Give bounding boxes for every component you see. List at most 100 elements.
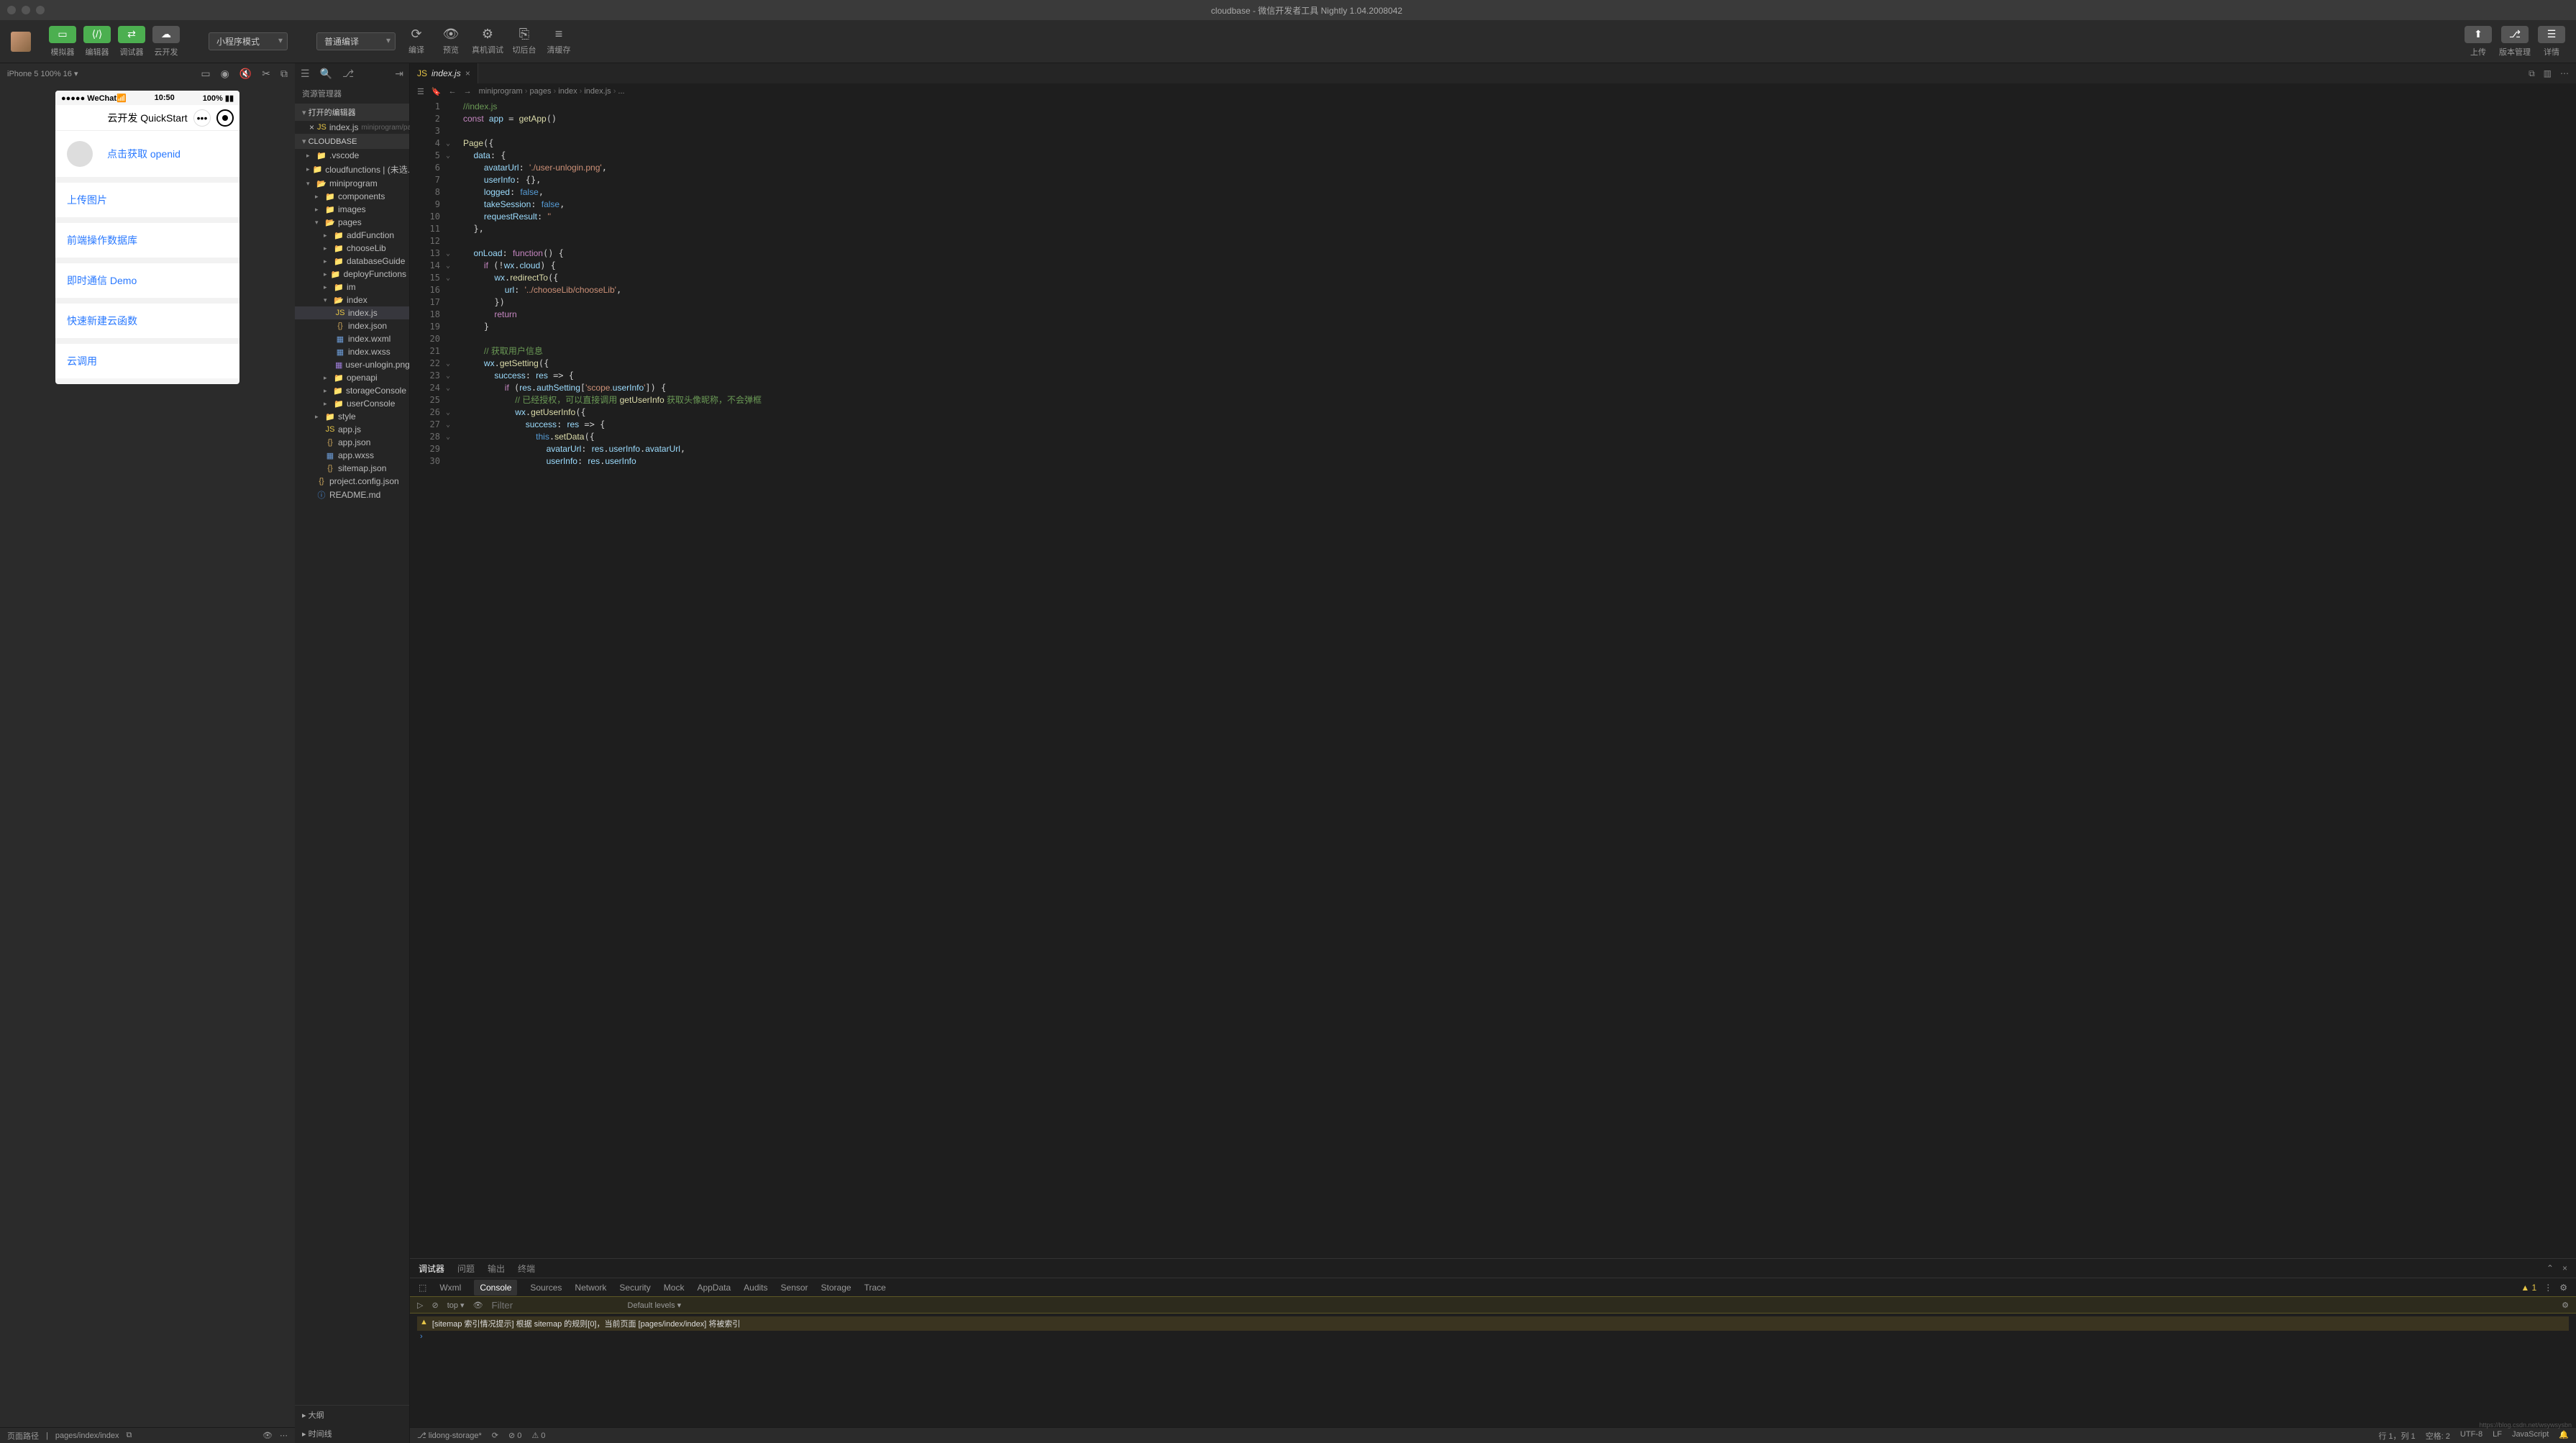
tree-folder[interactable]: ▸📁images	[295, 203, 409, 216]
search-icon[interactable]: 🔍	[320, 68, 332, 80]
tab-terminal[interactable]: 终端	[518, 1262, 535, 1275]
tree-folder[interactable]: ▸📁.vscode	[295, 149, 409, 162]
devtab-sensor[interactable]: Sensor	[781, 1283, 808, 1293]
cut-backend-button[interactable]: ⎘切后台	[511, 28, 538, 55]
branch-icon[interactable]: ⎇	[342, 68, 354, 80]
menu-icon[interactable]: ☰	[417, 87, 424, 96]
section-project[interactable]: CLOUDBASE	[295, 134, 409, 149]
devtab-storage[interactable]: Storage	[821, 1283, 851, 1293]
clear-icon[interactable]: ⊘	[431, 1301, 438, 1310]
traffic-lights[interactable]	[7, 6, 45, 14]
tree-folder[interactable]: ▸📁im	[295, 281, 409, 293]
tree-folder[interactable]: ▸📁components	[295, 190, 409, 203]
context-selector[interactable]: top ▾	[447, 1301, 465, 1310]
compile-button[interactable]: ⟳编译	[403, 28, 430, 55]
sim-mute-icon[interactable]: 🔇	[239, 68, 252, 80]
devtab-network[interactable]: Network	[575, 1283, 606, 1293]
section-timeline[interactable]: ▸ 时间线	[295, 1424, 409, 1443]
phone-row-invoke[interactable]: 云调用	[55, 344, 239, 378]
clear-cache-button[interactable]: ≡清缓存	[545, 28, 572, 55]
sim-home-icon[interactable]: ▭	[201, 68, 210, 80]
errors-count[interactable]: ⊘ 0	[508, 1431, 521, 1440]
devtab-mock[interactable]: Mock	[664, 1283, 685, 1293]
tree-file[interactable]: {}app.json	[295, 436, 409, 449]
tree-file[interactable]: JSapp.js	[295, 423, 409, 436]
tree-file[interactable]: ▦user-unlogin.png	[295, 358, 409, 371]
compile-mode-dropdown[interactable]: 普通编译	[316, 32, 396, 50]
inspect-icon[interactable]: ⬚	[419, 1283, 426, 1293]
tree-folder[interactable]: ▸📁addFunction	[295, 229, 409, 242]
tree-folder[interactable]: ▾📂pages	[295, 216, 409, 229]
split-icon[interactable]: ▥	[2544, 68, 2552, 79]
remote-debug-button[interactable]: ⚙真机调试	[472, 28, 503, 55]
devtab-sources[interactable]: Sources	[530, 1283, 562, 1293]
warnings-count[interactable]: ⚠ 0	[531, 1431, 545, 1440]
tree-folder[interactable]: ▸📁databaseGuide	[295, 255, 409, 268]
eol[interactable]: LF	[2493, 1430, 2502, 1442]
open-editor-item[interactable]: × JS index.js miniprogram/pa...	[295, 121, 409, 134]
tree-file[interactable]: ▦app.wxss	[295, 449, 409, 462]
tab-output[interactable]: 输出	[488, 1262, 505, 1275]
tree-file[interactable]: ⓘREADME.md	[295, 488, 409, 502]
phone-row-openid[interactable]: 点击获取 openid	[55, 131, 239, 177]
mode-dropdown[interactable]: 小程序模式	[209, 32, 288, 50]
tree-folder[interactable]: ▸📁userConsole	[295, 397, 409, 410]
section-open-editors[interactable]: 打开的编辑器	[295, 104, 409, 121]
close-tab-icon[interactable]: ×	[465, 68, 470, 78]
gear-icon[interactable]: ⚙	[2559, 1283, 2567, 1293]
phone-row-im[interactable]: 即时通信 Demo	[55, 263, 239, 298]
filter-input[interactable]	[492, 1300, 619, 1311]
phone-row-db[interactable]: 前端操作数据库	[55, 223, 239, 258]
phone-row-upload[interactable]: 上传图片	[55, 183, 239, 217]
devtab-trace[interactable]: Trace	[864, 1283, 886, 1293]
user-avatar[interactable]	[11, 32, 31, 52]
cloud-dev-button[interactable]: ☁云开发	[152, 26, 180, 58]
page-path[interactable]: pages/index/index	[55, 1431, 119, 1440]
sim-dock-icon[interactable]: ⧉	[280, 68, 288, 80]
tree-folder[interactable]: ▸📁chooseLib	[295, 242, 409, 255]
preview-button[interactable]: 👁预览	[437, 28, 465, 55]
device-selector[interactable]: iPhone 5 100% 16 ▾	[7, 69, 78, 78]
settings-icon[interactable]: ⚙	[2562, 1301, 2569, 1310]
phone-row-func[interactable]: 快速新建云函数	[55, 304, 239, 338]
tree-folder[interactable]: ▸📁cloudfunctions | (未选...	[295, 162, 409, 177]
copy-path-icon[interactable]: ⧉	[127, 1431, 132, 1440]
tree-file[interactable]: ▦index.wxss	[295, 345, 409, 358]
tree-folder[interactable]: ▸📁style	[295, 410, 409, 423]
warning-badge[interactable]: ▲ 1	[2521, 1283, 2536, 1293]
levels-dropdown[interactable]: Default levels ▾	[628, 1301, 682, 1310]
tree-folder[interactable]: ▾📂index	[295, 293, 409, 306]
details-button[interactable]: ☰详情	[2538, 26, 2565, 58]
language[interactable]: JavaScript	[2512, 1430, 2549, 1442]
sim-cut-icon[interactable]: ✂	[262, 68, 270, 80]
list-icon[interactable]: ☰	[301, 68, 310, 80]
kebab-icon[interactable]: ⋮	[2544, 1283, 2552, 1293]
console-body[interactable]: ▲ [sitemap 索引情况提示] 根据 sitemap 的规则[0]，当前页…	[410, 1314, 2576, 1427]
devtab-security[interactable]: Security	[619, 1283, 650, 1293]
devtab-audits[interactable]: Audits	[744, 1283, 767, 1293]
tree-folder[interactable]: ▸📁storageConsole	[295, 384, 409, 397]
bookmark-icon[interactable]: 🔖	[431, 87, 442, 96]
tree-file-index-js[interactable]: JSindex.js	[295, 306, 409, 319]
editor-tab-index-js[interactable]: JSindex.js×	[410, 63, 478, 83]
compare-icon[interactable]: ⧉	[2529, 68, 2535, 79]
tree-folder[interactable]: ▸📁deployFunctions	[295, 268, 409, 281]
tree-file[interactable]: {}index.json	[295, 319, 409, 332]
indent[interactable]: 空格: 2	[2426, 1430, 2450, 1442]
branch-indicator[interactable]: ⎇ lidong-storage*	[417, 1431, 482, 1440]
version-mgmt-button[interactable]: ⎇版本管理	[2499, 26, 2531, 58]
play-icon[interactable]: ▷	[417, 1301, 423, 1310]
tree-file[interactable]: {}project.config.json	[295, 475, 409, 488]
console-prompt[interactable]: ›	[417, 1331, 2569, 1342]
devtab-wxml[interactable]: Wxml	[439, 1283, 461, 1293]
eye-icon[interactable]: 👁	[262, 1431, 273, 1440]
sim-record-icon[interactable]: ◉	[221, 68, 229, 80]
debugger-button[interactable]: ⇄调试器	[118, 26, 145, 58]
simulator-button[interactable]: ▭模拟器	[49, 26, 76, 58]
upload-button[interactable]: ⬆上传	[2465, 26, 2492, 58]
collapse-icon[interactable]: ⇥	[395, 68, 403, 80]
cursor-pos[interactable]: 行 1，列 1	[2378, 1430, 2415, 1442]
section-outline[interactable]: ▸ 大纲	[295, 1406, 409, 1424]
devtab-appdata[interactable]: AppData	[697, 1283, 731, 1293]
code-editor[interactable]: 1234567891011121314151617181920212223242…	[410, 99, 2576, 1258]
